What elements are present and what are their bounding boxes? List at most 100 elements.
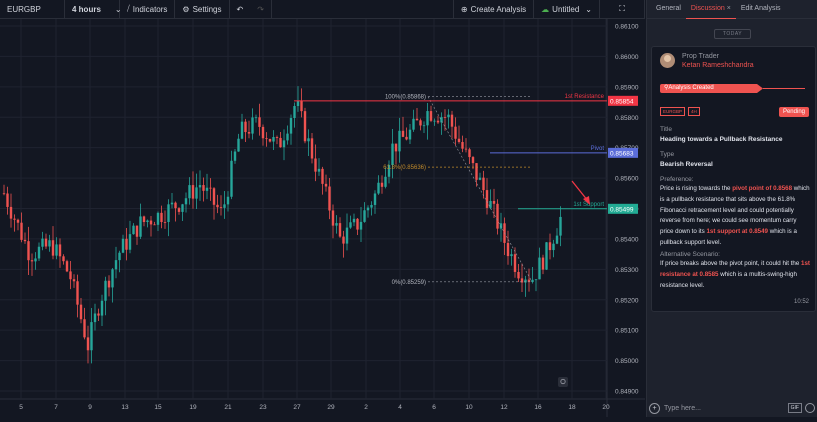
tab-edit-analysis[interactable]: Edit Analysis xyxy=(736,0,786,18)
bearish-candle-body xyxy=(321,168,324,184)
bearish-candle-body xyxy=(153,224,156,226)
bearish-candle-body xyxy=(65,261,69,272)
chevron-down-icon: ⌄ xyxy=(585,4,592,14)
bearish-candle-body xyxy=(513,254,517,272)
bearish-candle-body xyxy=(79,304,83,320)
symbol-selector[interactable]: EURGBP xyxy=(0,0,65,18)
bearish-candle-body xyxy=(342,236,345,244)
tab-discussion[interactable]: Discussion × xyxy=(685,0,736,19)
bearish-candle-body xyxy=(177,208,181,212)
bearish-candle-body xyxy=(394,143,398,152)
alt-scenario-text: If price breaks above the pivot point, i… xyxy=(660,259,810,291)
chart-background xyxy=(0,19,645,417)
bearish-candle-body xyxy=(216,204,219,208)
date-tick-label: 20 xyxy=(602,404,610,411)
status-badge: Pending xyxy=(778,107,809,117)
create-analysis-button[interactable]: ⊕ Create Analysis xyxy=(452,0,535,18)
preference-label: Preference: xyxy=(660,176,694,183)
date-tick-label: 23 xyxy=(259,404,267,411)
analysis-created-label: ⚲Analysis Created xyxy=(660,84,745,93)
price-tick-label: 0.85400 xyxy=(615,236,639,243)
bearish-candle-body xyxy=(471,157,475,164)
undo-icon: ↶ xyxy=(236,4,244,14)
bearish-candle-body xyxy=(496,203,499,229)
tab-general[interactable]: General xyxy=(651,0,686,18)
gif-button[interactable]: GIF xyxy=(787,403,802,413)
redo-button[interactable]: ↷ xyxy=(250,0,272,18)
pivot-highlight: pivot point of 0.8568 xyxy=(732,185,793,192)
user-name[interactable]: Ketan Rameshchandra xyxy=(682,62,754,69)
chart-canvas[interactable]: 100%(0.85868) 61.8%(0.85636) 0%(0.85259) 1s… xyxy=(0,19,645,417)
bullish-candle-body xyxy=(335,223,338,226)
date-tick-label: 6 xyxy=(432,404,436,411)
settings-button[interactable]: ⚙ Settings xyxy=(175,0,230,18)
bullish-candle-body xyxy=(296,100,300,107)
bearish-candle-body xyxy=(72,279,76,282)
price-tick-label: 0.84900 xyxy=(615,389,639,396)
date-tick-label: 12 xyxy=(500,404,508,411)
indicators-button[interactable]: ⧸ Indicators xyxy=(120,0,176,18)
date-divider: TODAY xyxy=(647,29,817,39)
emoji-icon[interactable] xyxy=(805,403,815,413)
analysis-created-banner: ⚲Analysis Created xyxy=(660,81,805,95)
date-tick-label: 15 xyxy=(154,404,162,411)
bullish-candle-body xyxy=(293,106,296,119)
bearish-candle-body xyxy=(135,225,139,237)
bearish-candle-body xyxy=(97,313,100,316)
bullish-candle-body xyxy=(254,117,258,119)
interval-selector[interactable]: 4 hours ⌄ xyxy=(65,0,122,18)
fullscreen-button[interactable]: ⛶ xyxy=(600,0,645,18)
date-tick-label: 4 xyxy=(398,404,402,411)
bullish-candle-body xyxy=(114,260,118,270)
layout-selector[interactable]: ☁ Untitled ⌄ xyxy=(534,0,600,18)
bullish-candle-body xyxy=(90,322,93,351)
bullish-candle-body xyxy=(545,242,548,270)
bullish-candle-body xyxy=(489,200,492,208)
bullish-candle-body xyxy=(237,138,240,152)
add-attachment-icon[interactable]: + xyxy=(649,402,660,414)
bullish-candle-body xyxy=(230,160,233,197)
bullish-candle-body xyxy=(408,129,412,140)
interval-tag: 4H xyxy=(688,107,700,116)
bearish-candle-body xyxy=(461,141,464,149)
bearish-candle-body xyxy=(107,280,111,288)
type-label: Type xyxy=(660,151,675,158)
bullish-candle-body xyxy=(422,125,426,127)
bearish-candle-body xyxy=(268,138,272,142)
bearish-candle-body xyxy=(464,148,468,150)
message-input[interactable]: Type here... xyxy=(664,405,788,412)
gear-icon: ⚙ xyxy=(182,4,190,14)
bullish-candle-body xyxy=(282,140,286,148)
bearish-candle-body xyxy=(160,212,163,222)
analysis-title: Heading towards a Pullback Resistance xyxy=(660,136,783,143)
bullish-candle-body xyxy=(552,243,555,251)
close-icon[interactable]: × xyxy=(727,5,731,12)
panel-tabs: General Discussion × Edit Analysis xyxy=(647,0,817,19)
bullish-candle-body xyxy=(104,280,107,301)
bullish-candle-body xyxy=(510,254,513,257)
bearish-candle-body xyxy=(338,223,342,237)
bearish-candle-body xyxy=(30,260,34,262)
bearish-candle-body xyxy=(517,271,520,279)
bearish-candle-body xyxy=(457,138,461,142)
bearish-candle-body xyxy=(209,187,212,189)
bullish-candle-body xyxy=(198,185,202,188)
analysis-type: Bearish Reversal xyxy=(660,161,713,168)
price-chart[interactable]: 100%(0.85868) 61.8%(0.85636) 0%(0.85259) 1s… xyxy=(0,19,645,417)
undo-button[interactable]: ↶ xyxy=(230,0,251,18)
bearish-candle-body xyxy=(258,117,261,127)
banner-arrow xyxy=(745,84,805,93)
bearish-candle-body xyxy=(314,158,317,172)
bullish-candle-body xyxy=(412,118,415,130)
price-tick-label: 0.85600 xyxy=(615,176,639,183)
message-input-bar: + Type here... GIF xyxy=(649,401,815,415)
bearish-candle-body xyxy=(401,130,405,137)
bearish-candle-body xyxy=(174,202,177,209)
user-role: Prop Trader xyxy=(682,53,719,60)
bearish-candle-body xyxy=(279,137,282,148)
bearish-candle-body xyxy=(62,256,65,262)
bullish-candle-body xyxy=(55,244,58,256)
cloud-icon: ☁ xyxy=(541,4,550,14)
redo-icon: ↷ xyxy=(257,4,264,14)
bullish-candle-body xyxy=(534,279,538,281)
